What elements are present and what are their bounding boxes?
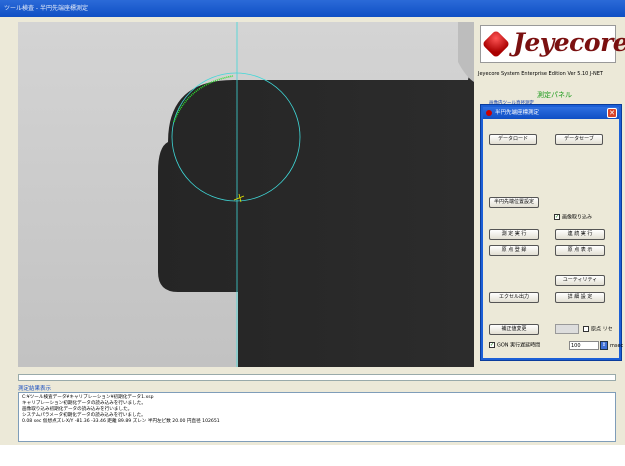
image-capture-checkbox[interactable]: ✓ 画像取り込み xyxy=(554,214,592,222)
origin-reset-label: 原点 リセ xyxy=(591,326,613,333)
dialog-title: 半円先端座標測定 xyxy=(495,110,540,116)
tool-silhouette xyxy=(158,22,474,367)
origin-reset-checkbox[interactable]: 原点 リセ xyxy=(583,326,617,333)
dialog-app-icon xyxy=(486,110,492,116)
origin-register-button[interactable]: 原 点 登 録 xyxy=(489,245,539,256)
panel-title: 測定パネル xyxy=(537,91,572,99)
gon-label: GON 実行遅延時間 xyxy=(497,342,541,349)
main-window: ツール検査 - 半円先端座標測定 Jeyecore Jeyecore Syste… xyxy=(0,0,625,445)
spin-arrows-icon[interactable]: ⇕ xyxy=(600,341,608,350)
origin-display-button[interactable]: 原 点 表 示 xyxy=(555,245,605,256)
gon-checkbox[interactable]: ✓ GON 実行遅延時間 xyxy=(489,342,540,350)
semicircle-measure-dialog: 半円先端座標測定 ✕ データロード データセーブ 半円先端位置設定 ✓ 画像取り込… xyxy=(481,105,624,360)
status-bar xyxy=(18,374,616,381)
detail-setting-button[interactable]: 詳 細 設 定 xyxy=(555,292,605,303)
checkbox-checked-icon: ✓ xyxy=(489,342,495,348)
correction-value-field[interactable] xyxy=(555,324,579,334)
log-line: 0.08 sec 仮想点ズレX/Y -81.36 -33.46 距離 89.89… xyxy=(22,419,220,424)
dialog-title-bar: 半円先端座標測定 ✕ xyxy=(483,107,619,119)
camera-image-view[interactable] xyxy=(18,22,474,367)
excel-output-button[interactable]: エクセル出力 xyxy=(489,292,539,303)
msec-label: msec xyxy=(610,343,624,349)
logo: Jeyecore xyxy=(480,25,625,63)
image-capture-label: 画像取り込み xyxy=(562,214,593,221)
delay-input[interactable]: 100 xyxy=(569,341,599,350)
title-bar: ツール検査 - 半円先端座標測定 xyxy=(0,0,625,17)
position-setting-button[interactable]: 半円先端位置設定 xyxy=(489,197,539,208)
logo-text: Jeyecore xyxy=(513,28,625,57)
data-load-button[interactable]: データロード xyxy=(489,134,537,145)
close-icon[interactable]: ✕ xyxy=(607,108,617,118)
checkbox-checked-icon: ✓ xyxy=(554,214,560,220)
edition-label: Jeyecore System Enterprise Edition Ver 5… xyxy=(478,71,603,77)
window-title: ツール検査 - 半円先端座標測定 xyxy=(4,5,88,12)
measure-run-button[interactable]: 測 定 実 行 xyxy=(489,229,539,240)
camera-overlay xyxy=(158,22,474,367)
utility-button[interactable]: ユーティリティ xyxy=(555,275,605,286)
results-label: 測定結果表示 xyxy=(18,386,52,392)
logo-mark-icon xyxy=(481,29,511,59)
checkbox-icon xyxy=(583,326,589,332)
correction-change-button[interactable]: 補正値変更 xyxy=(489,324,539,335)
results-log[interactable]: C:¥ツール検査データ¥キャリブレーション¥初期化データ1.xsp キャリブレー… xyxy=(18,392,616,442)
data-save-button[interactable]: データセーブ xyxy=(555,134,603,145)
continuous-run-button[interactable]: 連 続 実 行 xyxy=(555,229,605,240)
